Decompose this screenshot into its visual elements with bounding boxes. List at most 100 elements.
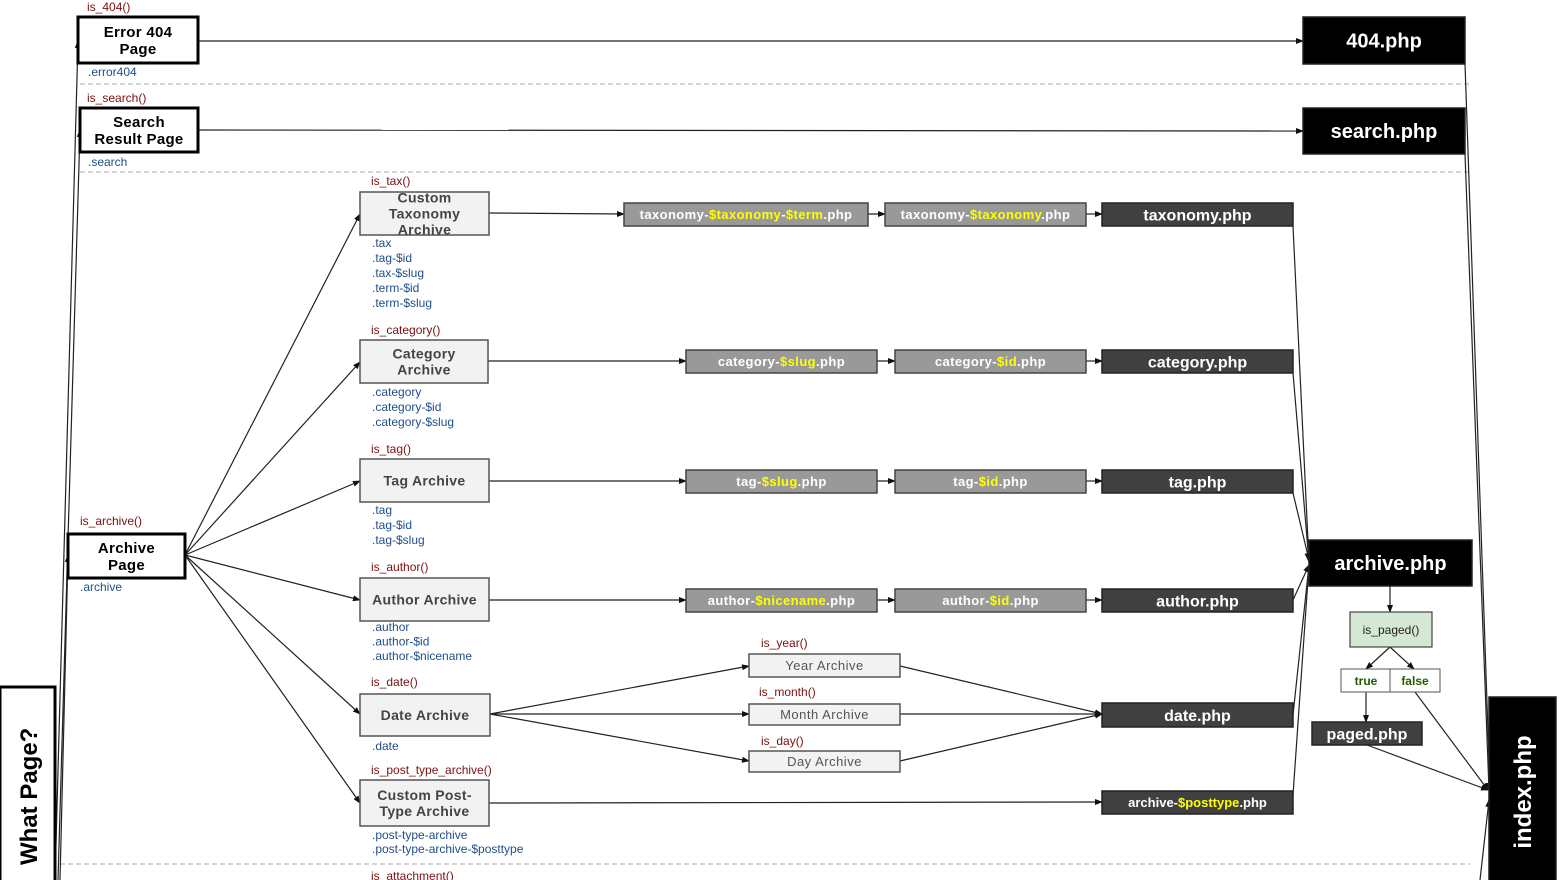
body-class: .term-$slug [372,296,432,310]
template-datephp[interactable]: date.php [1101,702,1294,728]
page-type-category[interactable]: CategoryArchiveis_category().category.ca… [359,323,489,429]
page-type-label: Archive [398,221,451,237]
template-cat2[interactable]: category-$id.php [894,349,1087,374]
template-archivephp[interactable]: archive.php [1308,539,1473,587]
template-variable: $taxonomy [709,207,782,222]
condition-tag: is_attachment() [371,869,454,880]
template-variable: $slug [762,474,798,489]
body-class: .term-$id [372,281,419,295]
page-type-tag[interactable]: Tag Archive is_tag() .tag.tag-$id.tag-$slu… [359,442,490,547]
flow-arrow [1389,646,1415,670]
template-text: archive.php [1334,553,1446,575]
template-tax2[interactable]: taxonomy-$taxonomy.php [884,202,1087,227]
template-tagphp[interactable]: tag.php [1101,469,1294,494]
page-type-search[interactable]: SearchResult Page is_search() .search [78,91,200,169]
flow-arrow [59,554,71,880]
template-text: taxonomy- [901,207,970,222]
page-type-label: Result Page [94,131,183,148]
template-name: category-$slug.php [718,354,845,369]
true-label: true [1355,674,1378,688]
template-cat1[interactable]: category-$slug.php [685,349,878,374]
page-type-label: Page [108,557,145,574]
template-text: .php [798,474,827,489]
body-class: .tag-$id [372,518,412,532]
template-name: paged.php [1327,726,1408,743]
condition-tag: is_month() [759,685,816,699]
body-class: .tag-$id [372,251,412,265]
template-tax1[interactable]: taxonomy-$taxonomy-$term.php [623,202,869,227]
template-variable: $term [786,207,823,222]
flow-arrow [184,554,361,804]
page-type-label: Month Archive [780,707,869,722]
template-authorphp[interactable]: author.php [1101,588,1294,613]
flow-arrow [197,127,1304,134]
flow-arrow [184,554,361,602]
template-tag1[interactable]: tag-$slug.php [685,469,878,494]
template-name: index.php [1510,735,1537,848]
flow-arrow [1365,646,1391,670]
body-class: .category-$slug [372,415,454,429]
page-type-label: Category [392,345,455,361]
flow-arrow [1414,691,1489,791]
flow-arrow [1366,744,1489,791]
condition-tag: is_category() [371,323,440,337]
page-type-archive[interactable]: ArchivePage is_archive() .archive [66,514,187,594]
page-type-author[interactable]: Author Archiveis_author().author.author-… [359,560,490,663]
template-t404[interactable]: 404.php [1302,16,1466,65]
template-archposttype[interactable]: archive-$posttype.php [1101,790,1294,815]
flow-arrow [184,213,361,556]
body-class: .tax [372,236,391,250]
body-class: .archive [80,580,122,594]
page-type-cpt[interactable]: Custom Post-Type Archive is_post_type_arc… [359,763,524,856]
is-paged-decision: is_paged()true false [1340,611,1441,693]
flow-arrow [54,40,81,880]
page-type-attachment[interactable]: is_attachment() [371,869,454,880]
template-variable: $slug [780,354,816,369]
page-type-tax[interactable]: CustomTaxonomyArchive is_tax() .tax.tag-$i… [359,174,490,310]
template-variable: $taxonomy [970,207,1043,222]
template-pagedphp[interactable]: paged.php [1311,721,1423,746]
template-variable: $id [979,474,999,489]
body-class: .author-$nicename [372,649,472,663]
condition-tag: is_day() [761,734,804,748]
flow-arrow [1479,799,1492,880]
template-tsearch[interactable]: search.php [1302,107,1466,155]
template-text: .php [816,354,845,369]
page-type-error404[interactable]: Error 404Page is_404() .error404 [76,0,200,79]
page-type-label: Page [119,41,156,58]
template-text: .php [1041,207,1070,222]
template-catphp[interactable]: category.php [1101,349,1294,374]
page-type-day[interactable]: Day Archive is_day() [748,734,901,773]
template-name: archive.php [1334,553,1446,575]
template-text: date.php [1164,708,1231,725]
body-class: .post-type-archive [372,828,468,842]
template-author1[interactable]: author-$nicename.php [685,588,878,613]
page-type-year[interactable]: Year Archive is_year() [748,636,901,678]
page-type-month[interactable]: Month Archive is_month() [748,685,901,726]
template-text: category.php [1148,354,1248,371]
template-author2[interactable]: author-$id.php [894,588,1087,613]
flow-arrow [1464,153,1492,791]
template-name: category.php [1148,354,1248,371]
page-type-label: Error 404 [104,24,173,41]
condition-tag: is_tag() [371,442,411,456]
template-text: tag- [736,474,761,489]
template-name: search.php [1331,121,1438,143]
body-class: .author [372,620,409,634]
flow-arrow [184,480,361,556]
body-class: .category [372,385,421,399]
template-taxphp[interactable]: taxonomy.php [1101,202,1294,227]
template-name: taxonomy.php [1143,207,1251,224]
template-tag2[interactable]: tag-$id.php [894,469,1087,494]
flow-arrow [899,665,1103,716]
template-name: author-$id.php [942,593,1039,608]
flow-arrow [899,712,1103,762]
page-type-label: Day Archive [787,754,862,769]
page-type-label: Type Archive [380,803,470,819]
condition-tag: is_post_type_archive() [371,763,492,777]
page-type-label: Tag Archive [384,472,466,488]
page-type-date[interactable]: Date Archive is_date() .date [359,675,491,753]
flow-arrow [1464,63,1493,791]
template-indexphp[interactable]: index.php [1488,696,1557,880]
flow-arrow [57,129,83,880]
